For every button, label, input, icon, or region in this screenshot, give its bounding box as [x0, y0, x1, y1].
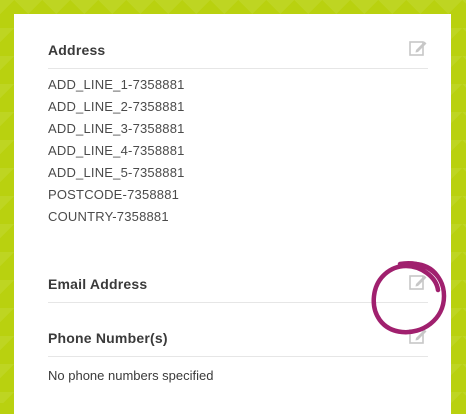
- edit-phone-button[interactable]: [408, 326, 428, 346]
- address-country: COUNTRY-7358881: [48, 209, 169, 224]
- phone-title: Phone Number(s): [48, 330, 168, 346]
- edit-email-button[interactable]: [408, 272, 428, 292]
- edit-pencil-icon: [409, 329, 427, 344]
- address-title: Address: [48, 42, 106, 58]
- email-header: Email Address: [48, 270, 428, 302]
- address-line-1: ADD_LINE_1-7358881: [48, 77, 185, 92]
- address-postcode: POSTCODE-7358881: [48, 187, 180, 202]
- phone-section: Phone Number(s) No phone numbers specifi…: [48, 324, 428, 385]
- email-section: Email Address: [48, 270, 428, 303]
- address-section: Address ADD_LINE_1-7358881 ADD_LINE_2-73…: [48, 36, 428, 228]
- phone-header: Phone Number(s): [48, 324, 428, 356]
- edit-pencil-icon: [409, 41, 427, 56]
- address-line-5: ADD_LINE_5-7358881: [48, 165, 185, 180]
- address-line-4: ADD_LINE_4-7358881: [48, 143, 185, 158]
- email-title: Email Address: [48, 276, 148, 292]
- email-divider: [48, 302, 428, 303]
- page-background: Address ADD_LINE_1-7358881 ADD_LINE_2-73…: [0, 0, 466, 414]
- address-header: Address: [48, 36, 428, 68]
- address-line-3: ADD_LINE_3-7358881: [48, 121, 185, 136]
- contact-details-card: Address ADD_LINE_1-7358881 ADD_LINE_2-73…: [14, 14, 451, 414]
- edit-pencil-icon: [409, 275, 427, 290]
- edit-address-button[interactable]: [408, 38, 428, 58]
- address-line-2: ADD_LINE_2-7358881: [48, 99, 185, 114]
- no-phone-text: No phone numbers specified: [48, 368, 214, 383]
- address-lines: ADD_LINE_1-7358881 ADD_LINE_2-7358881 AD…: [48, 69, 428, 228]
